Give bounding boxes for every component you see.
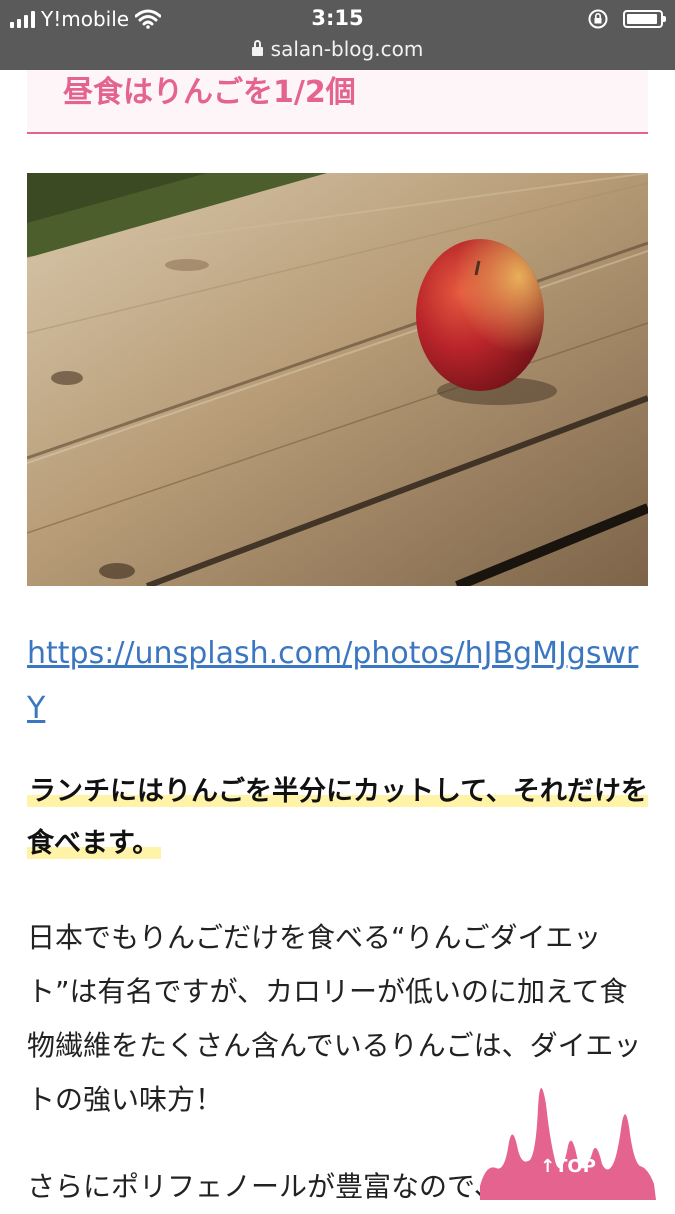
status-bar: Y!mobile 3:15 salan-blog.com <box>0 0 675 70</box>
url-text: salan-blog.com <box>270 37 424 61</box>
section-heading: 昼食はりんごを1/2個 <box>27 70 648 134</box>
photo-source-link[interactable]: https://unsplash.com/photos/hJBgMJgswrY <box>27 626 648 736</box>
lead-highlight: ランチにはりんごを半分にカットして、それだけを食べます。 <box>27 776 648 859</box>
back-to-top-button[interactable]: ↑TOP <box>478 1068 658 1200</box>
battery-icon <box>623 10 666 28</box>
drip-shape-icon <box>480 1087 656 1200</box>
top-label: ↑TOP <box>540 1156 596 1177</box>
address-bar[interactable]: salan-blog.com <box>0 36 675 62</box>
lead-text: ランチにはりんごを半分にカットして、それだけを食べます。 <box>27 766 648 870</box>
heading-text: 昼食はりんごを1/2個 <box>63 75 356 110</box>
clock: 3:15 <box>311 6 364 30</box>
lock-icon <box>251 39 263 56</box>
status-right-group <box>587 6 666 32</box>
rotation-lock-icon <box>588 9 608 29</box>
apple-photo <box>27 173 648 586</box>
